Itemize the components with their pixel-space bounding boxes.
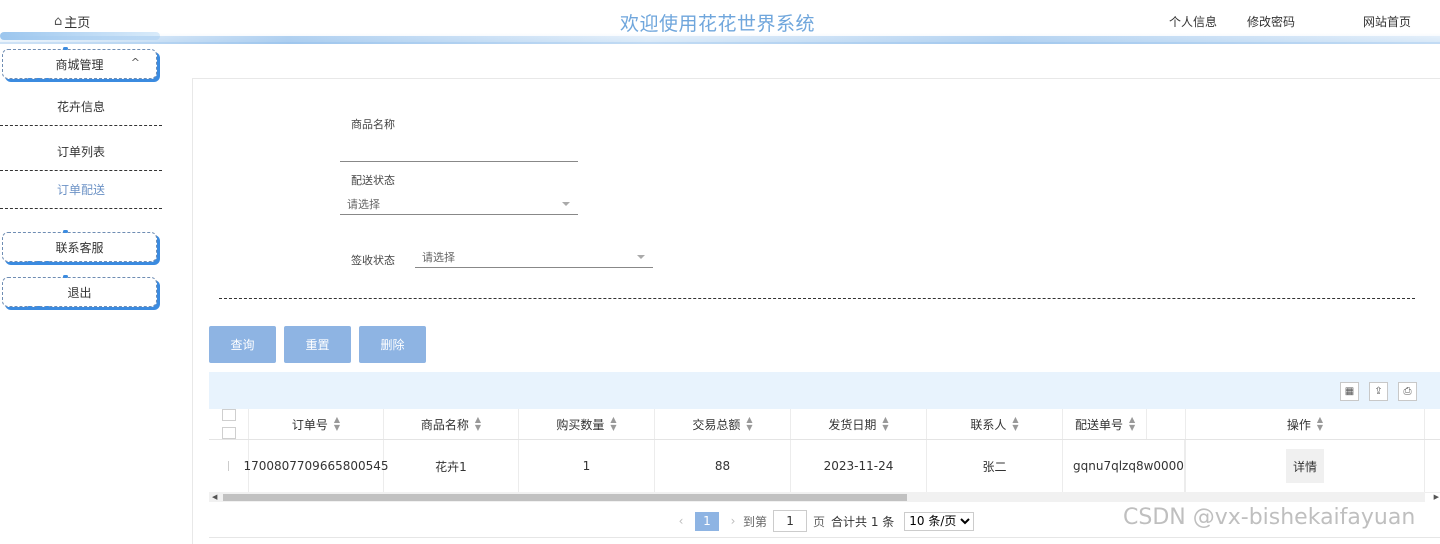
query-button[interactable]: 查询 (209, 326, 276, 363)
profile-link[interactable]: 个人信息 (1169, 13, 1217, 30)
home-label: 主页 (64, 16, 91, 31)
chevron-up-icon: ^ (130, 56, 140, 69)
cell-product: 花卉1 (384, 440, 519, 492)
caret-down-icon (562, 202, 570, 206)
print-icon[interactable]: ⎙ (1398, 382, 1417, 401)
scroll-thumb[interactable] (223, 494, 907, 501)
page-number[interactable]: 1 (695, 511, 719, 531)
top-header: ⌂ 主页 欢迎使用花花世界系统 个人信息 修改密码 网站首页 (0, 0, 1440, 44)
sidebar-item-orders[interactable]: 订单列表 (0, 132, 162, 171)
export-icon[interactable]: ⇪ (1369, 382, 1388, 401)
product-name-input[interactable] (340, 139, 578, 162)
bottom-divider (209, 537, 1440, 538)
pagination: ‹ 1 › 到第 页 合计共 1 条 10 条/页 (671, 510, 975, 532)
sort-icon: ▲ ▼ (746, 415, 753, 432)
select-all-cell (209, 409, 249, 439)
delivery-status-label: 配送状态 (351, 174, 395, 187)
menu-service[interactable]: 联系客服 (2, 230, 157, 265)
page-unit: 页 (813, 514, 826, 529)
change-password-link[interactable]: 修改密码 (1247, 13, 1295, 30)
col-order-no[interactable]: 订单号 ▲ ▼ (249, 409, 384, 439)
cell-order-no: 1700807709665800545 (243, 440, 389, 492)
header-wave-decoration (0, 36, 1440, 44)
home-link[interactable]: ⌂ 主页 (54, 12, 90, 31)
sidebar: 商城管理 ^ 花卉信息 订单列表 订单配送 联系客服 退出 (0, 42, 165, 543)
main-content: 商品名称 配送状态 请选择 签收状态 请选择 查询 重置 删除 ▦ ⇪ ⎙ 订单… (192, 78, 1440, 544)
col-contact[interactable]: 联系人 ▲ ▼ (927, 409, 1063, 439)
service-label: 联系客服 (55, 240, 104, 255)
sort-icon: ▲ ▼ (610, 415, 617, 432)
total-count: 合计共 1 条 (831, 514, 895, 529)
cell-contact: 张二 (927, 440, 1063, 492)
menu-logout[interactable]: 退出 (2, 275, 157, 310)
logout-label: 退出 (67, 285, 92, 300)
sidebar-item-flowers[interactable]: 花卉信息 (0, 87, 162, 126)
sort-icon: ▲ ▼ (333, 415, 341, 432)
next-page-button[interactable]: › (723, 514, 743, 528)
delivery-status-placeholder: 请选择 (347, 197, 380, 211)
reset-button[interactable]: 重置 (284, 326, 351, 363)
cell-tracking: gqnu7qlzq8w00000 (1063, 440, 1185, 492)
detail-button[interactable]: 详情 (1286, 449, 1324, 483)
cell-total: 88 (655, 440, 791, 492)
sort-icon: ▲ ▼ (474, 415, 482, 432)
col-product[interactable]: 商品名称 ▲ ▼ (384, 409, 519, 439)
col-actions[interactable]: 操作 ▲ ▼ (1185, 409, 1425, 439)
menu-group-shop[interactable]: 商城管理 ^ (2, 47, 157, 82)
scroll-right-icon[interactable]: ▶ (1434, 492, 1439, 502)
divider (219, 298, 1415, 299)
horizontal-scrollbar[interactable]: ◀ ▶ (209, 492, 1439, 502)
page-size-select[interactable]: 10 条/页 (904, 511, 975, 531)
caret-down-icon (637, 255, 645, 259)
goto-label: 到第 (743, 514, 768, 529)
product-name-label: 商品名称 (351, 118, 395, 131)
watermark: CSDN @vx-bishekaifayuan (1123, 505, 1416, 530)
sign-status-select[interactable]: 请选择 (415, 246, 653, 268)
prev-page-button[interactable]: ‹ (671, 514, 691, 528)
delete-button[interactable]: 删除 (359, 326, 426, 363)
col-tracking[interactable]: 配送单号 ▲ ▼ (1063, 409, 1147, 439)
sidebar-item-delivery[interactable]: 订单配送 (0, 170, 162, 209)
col-ship-date[interactable]: 发货日期 ▲ ▼ (791, 409, 927, 439)
goto-page-input[interactable] (773, 510, 808, 532)
sort-icon: ▲ ▼ (1316, 415, 1324, 432)
scroll-left-icon[interactable]: ◀ (212, 492, 217, 502)
cell-ship-date: 2023-11-24 (791, 440, 927, 492)
sort-icon: ▲ ▼ (1012, 415, 1019, 432)
cell-qty: 1 (519, 440, 655, 492)
delivery-status-select[interactable]: 请选择 (340, 193, 578, 215)
table-row[interactable]: 1700807709665800545 花卉1 1 88 2023-11-24 … (209, 440, 1440, 493)
table-toolbar: ▦ ⇪ ⎙ (209, 372, 1440, 409)
grid-icon[interactable]: ▦ (1340, 382, 1359, 401)
col-total[interactable]: 交易总额 ▲ ▼ (655, 409, 791, 439)
col-qty[interactable]: 购买数量 ▲ ▼ (519, 409, 655, 439)
cell-actions: 详情 (1185, 440, 1425, 492)
site-title: 欢迎使用花花世界系统 (620, 13, 816, 35)
select-all-checkbox-2[interactable] (221, 427, 236, 439)
sign-status-placeholder: 请选择 (422, 250, 455, 264)
menu-group-label: 商城管理 (55, 57, 104, 72)
home-icon: ⌂ (54, 14, 63, 29)
select-all-checkbox[interactable] (221, 409, 236, 421)
sort-icon: ▲ ▼ (882, 415, 889, 432)
sort-icon: ▲ ▼ (1129, 415, 1136, 432)
table-header: 订单号 ▲ ▼ 商品名称 ▲ ▼ 购买数量 ▲ ▼ 交易总额 ▲ ▼ 发货日期 ▲ ▼ 联系人 ▲ ▼ … (209, 409, 1440, 440)
sign-status-label: 签收状态 (351, 254, 395, 267)
site-home-link[interactable]: 网站首页 (1363, 13, 1411, 30)
